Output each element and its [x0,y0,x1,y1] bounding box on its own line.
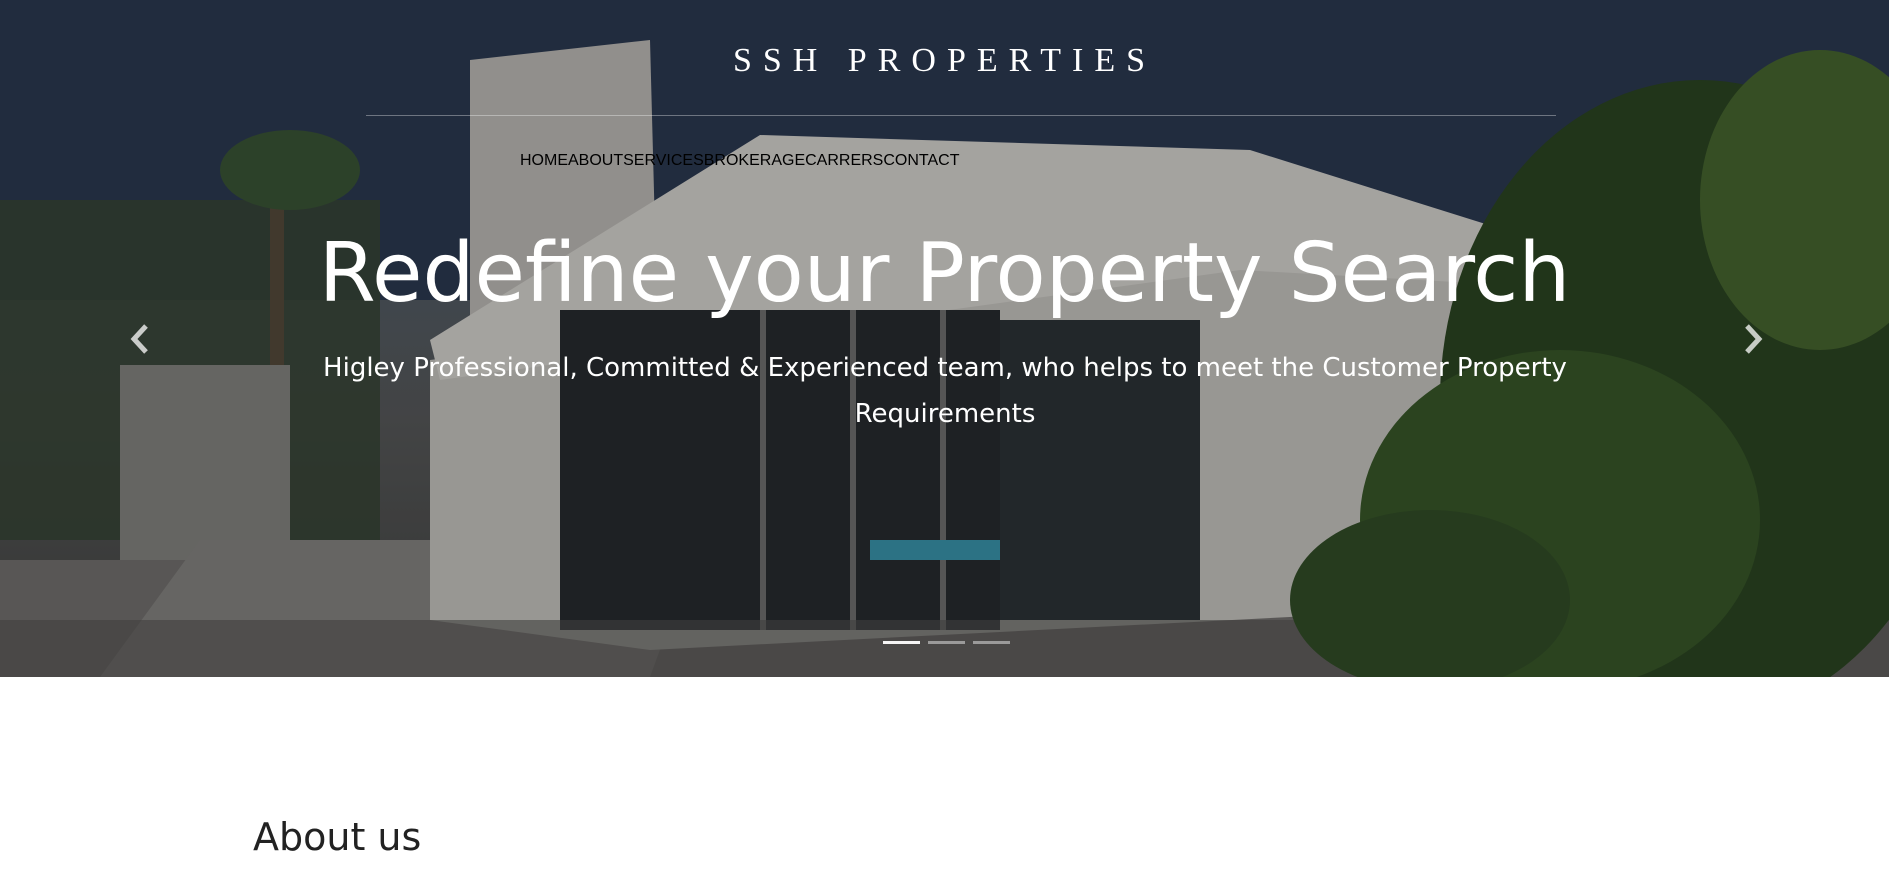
nav-home[interactable]: HOME [520,152,568,170]
hero-background-image [0,0,1889,677]
nav-about[interactable]: ABOUT [568,152,623,170]
carousel-indicators [883,641,1010,644]
chevron-left-icon [130,324,148,354]
brand-logo[interactable]: SSH PROPERTIES [0,42,1889,80]
main-nav: HOME ABOUT SERVICES BROKERAGE CARRERS CO… [520,152,959,170]
hero-carousel: SSH PROPERTIES HOME ABOUT SERVICES BROKE… [0,0,1889,677]
carousel-indicator-2[interactable] [928,641,965,644]
carousel-next-button[interactable] [1733,322,1773,362]
nav-services[interactable]: SERVICES [623,152,704,170]
nav-contact[interactable]: CONTACT [883,152,959,170]
carousel-indicator-1[interactable] [883,641,920,644]
chevron-right-icon [1745,324,1763,354]
nav-carrers[interactable]: CARRERS [805,152,883,170]
carousel-indicator-3[interactable] [973,641,1010,644]
carousel-prev-button[interactable] [120,322,160,362]
hero-subtitle: Higley Professional, Committed & Experie… [323,353,1567,429]
hero-title: Redefine your Property Search [318,226,1571,321]
about-heading: About us [253,815,422,859]
nav-divider [366,115,1556,116]
nav-brokerage[interactable]: BROKERAGE [704,152,805,170]
